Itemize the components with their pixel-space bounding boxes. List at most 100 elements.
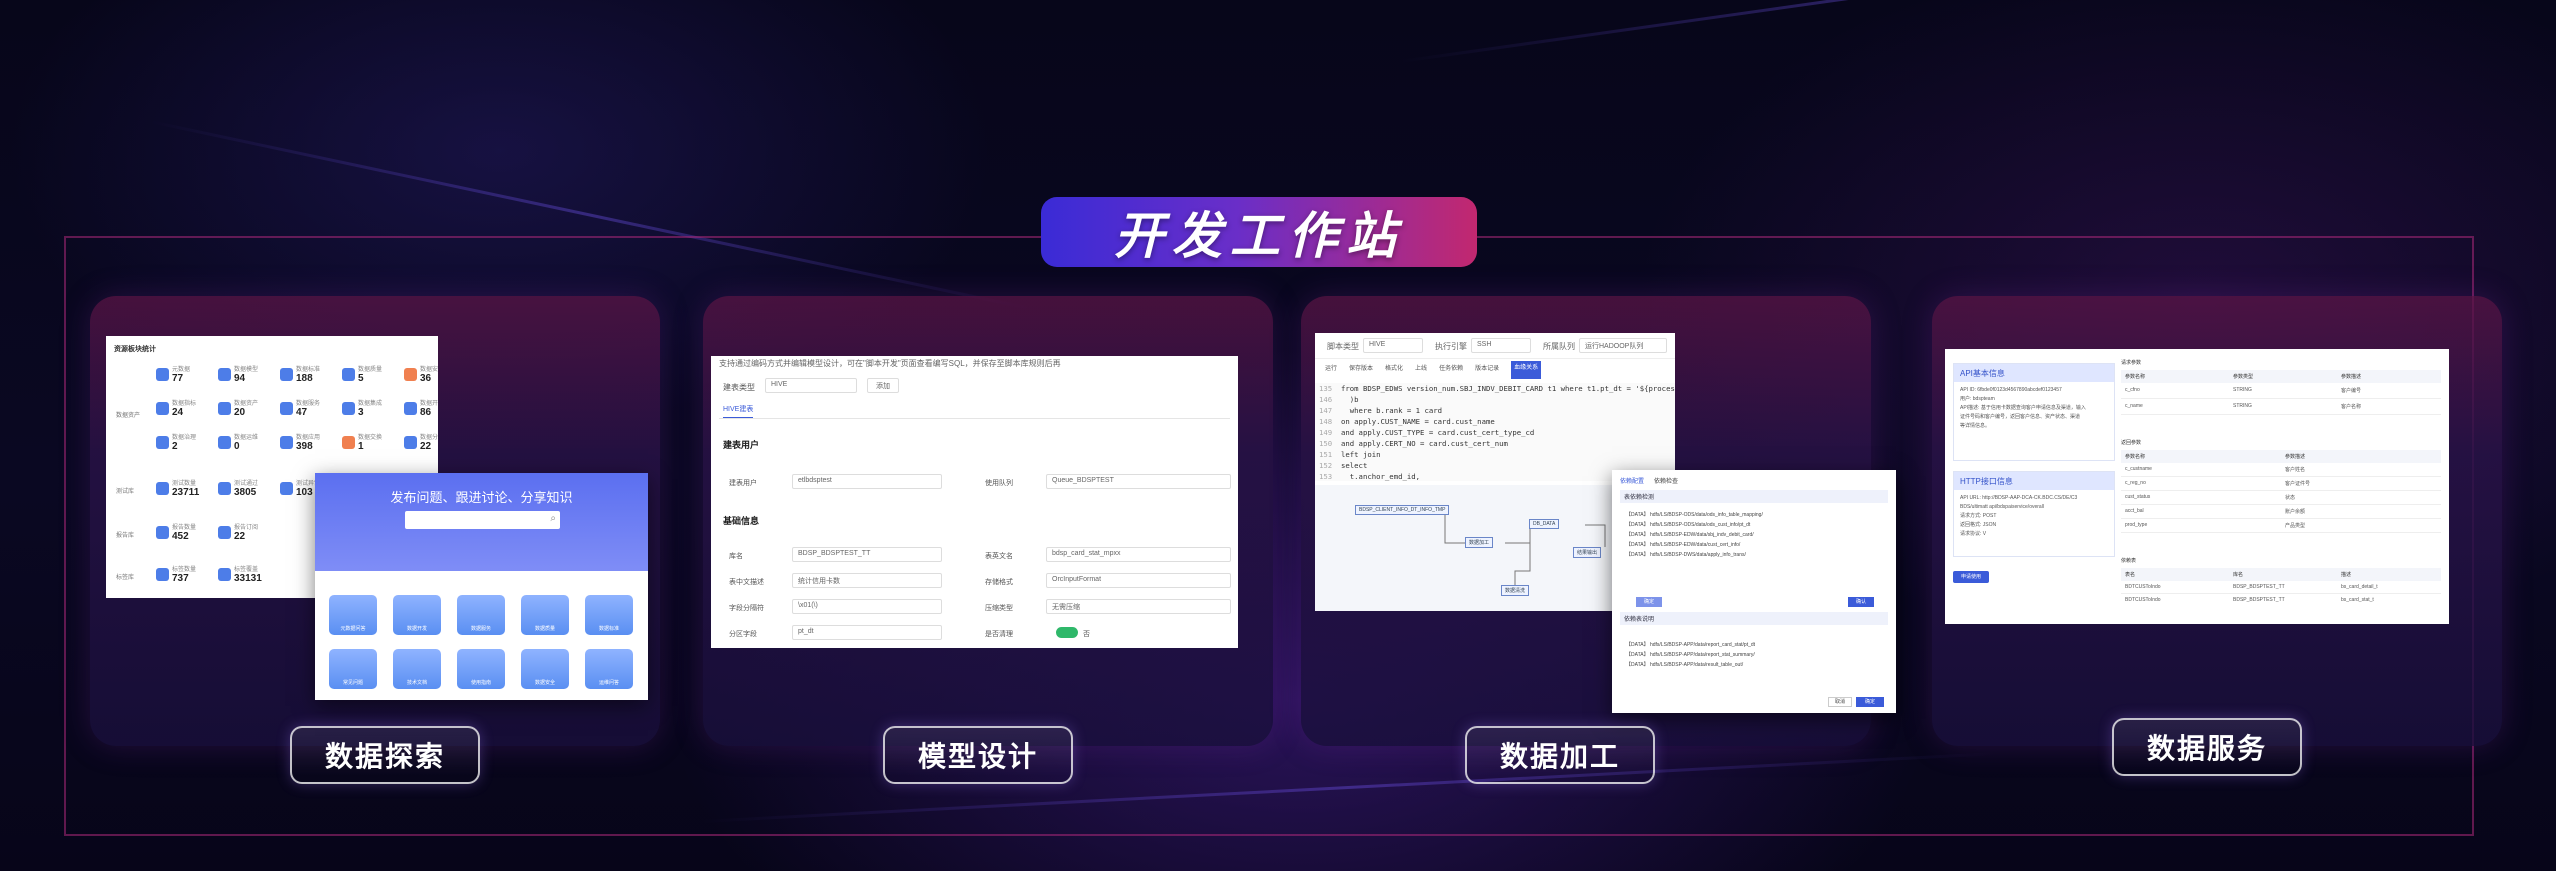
- add-button[interactable]: 添加: [867, 378, 899, 393]
- dag-node[interactable]: 数据加工: [1465, 537, 1494, 548]
- queue-label: 使用队列: [985, 480, 1013, 487]
- card-label-process[interactable]: 数据加工: [1465, 726, 1655, 784]
- column-header: 参数描述: [2285, 454, 2306, 460]
- http-info-line: 返回格式: JSON: [1960, 522, 1997, 528]
- ops-icon: [218, 435, 231, 449]
- line-text: where b.rank = 1 card: [1340, 406, 1443, 415]
- table-row: c_custname 客户姓名: [2121, 463, 2441, 477]
- dag-node[interactable]: 结果输出: [1573, 547, 1602, 558]
- queue-select[interactable]: 运行HADOOP队列: [1579, 338, 1667, 353]
- tab-dep-config[interactable]: 依赖配置: [1620, 476, 1644, 485]
- storage-select[interactable]: OrcInputFormat: [1046, 573, 1231, 588]
- confirm-button[interactable]: 确认: [1848, 597, 1874, 607]
- api-info-line: API描述: 基于信用卡数据查询客户申请信息及渠道，输入: [1960, 405, 2086, 411]
- engine-select[interactable]: SSH: [1471, 338, 1531, 353]
- exchange-icon: [342, 435, 355, 449]
- db-select[interactable]: BDSP_BDSPTEST_TT: [792, 547, 942, 562]
- code-editor[interactable]: 135 from BDSP_EDWS version_num.SBJ_INDV_…: [1315, 383, 1675, 481]
- table-cell: 账户余额: [2285, 509, 2306, 515]
- card-label-explore[interactable]: 数据探索: [290, 726, 480, 784]
- column-header: 参数名称: [2125, 374, 2146, 380]
- tab-deps[interactable]: 任务依赖: [1439, 363, 1463, 379]
- tab-lineage[interactable]: 血缘关系: [1511, 361, 1542, 379]
- desc-input[interactable]: 统计信用卡数: [792, 573, 942, 588]
- column-header: 描述: [2341, 572, 2352, 578]
- table-header: 参数名称 参数描述: [2121, 450, 2441, 463]
- line-number: 150: [1319, 439, 1333, 448]
- model-icon: [218, 367, 231, 381]
- line-number: 147: [1319, 406, 1333, 415]
- table-header: 参数名称 参数类型 参数描述: [2121, 370, 2441, 383]
- stat-value: 1: [358, 441, 364, 452]
- owner-label: 建表用户: [729, 480, 757, 487]
- coverage-icon: [218, 567, 231, 581]
- table-type-select[interactable]: HIVE: [765, 378, 857, 393]
- dep-line: 【DATA】 hdfs/LS/BDSP-APP/data/report_stat…: [1626, 652, 1755, 658]
- tab-versions[interactable]: 版本记录: [1475, 363, 1499, 379]
- report-icon: [156, 525, 169, 539]
- stat-value: 36: [420, 373, 432, 384]
- http-info-line: BDS/ultimatt api/bdspaiservice/overall: [1960, 504, 2044, 510]
- ok-button[interactable]: 确定: [1636, 597, 1662, 607]
- stat-item: 元数据 77: [156, 364, 218, 384]
- line-text: select: [1340, 461, 1368, 470]
- queue-input[interactable]: Queue_BDSPTEST: [1046, 474, 1231, 489]
- partition-input[interactable]: pt_dt: [792, 625, 942, 640]
- search-icon: ⌕: [550, 513, 556, 524]
- tab-format[interactable]: 格式化: [1385, 363, 1403, 379]
- delim-select[interactable]: \x01(\): [792, 599, 942, 614]
- tile[interactable]: 数据质量: [521, 595, 569, 635]
- tile[interactable]: 数据安全: [521, 649, 569, 689]
- stat-item: 数据资产 20: [218, 398, 280, 418]
- apply-button[interactable]: 申请使用: [1953, 571, 1989, 583]
- tile[interactable]: 常见问题: [329, 649, 377, 689]
- asset-icon: [218, 401, 231, 415]
- desc-label: 表中文描述: [729, 579, 764, 586]
- dag-node[interactable]: BDSP_CLIENT_INFO_DT_INFO_TMP: [1355, 505, 1450, 515]
- tile[interactable]: 元数据问答: [329, 595, 377, 635]
- stat-label: 报告数量: [172, 525, 197, 531]
- stat-value: 47: [296, 407, 308, 418]
- filter-label: 执行引擎: [1435, 342, 1467, 351]
- table-name-input[interactable]: bdsp_card_stat_mpxx: [1046, 547, 1231, 562]
- compress-select[interactable]: 无需压缩: [1046, 599, 1231, 614]
- tile[interactable]: 数据标准: [585, 595, 633, 635]
- tab-save[interactable]: 保存版本: [1349, 363, 1373, 379]
- table-cell: 客户证件号: [2285, 481, 2311, 487]
- tile[interactable]: 运维问答: [585, 649, 633, 689]
- tab-dep-check[interactable]: 依赖检查: [1654, 476, 1678, 485]
- tile[interactable]: 技术文档: [393, 649, 441, 689]
- column-header: 参数类型: [2233, 374, 2254, 380]
- tab-hive[interactable]: HIVE建表: [723, 404, 754, 419]
- tile-label: 数据安全: [534, 680, 555, 686]
- table-row: c_reg_no 客户证件号: [2121, 477, 2441, 491]
- forum-search-input[interactable]: ⌕: [405, 511, 560, 529]
- card-label-service[interactable]: 数据服务: [2112, 718, 2302, 776]
- cancel-button[interactable]: 取消: [1828, 697, 1852, 707]
- line-text: t.anchor_emd_id,: [1340, 472, 1421, 481]
- table-title: 依赖表: [2121, 558, 2137, 564]
- dep-line: 【DATA】 hdfs/LS/BDSP-APP/data/result_tabl…: [1626, 662, 1744, 668]
- tile[interactable]: 数据开发: [393, 595, 441, 635]
- request-params-table: 请求参数 参数名称 参数类型 参数描述 c_cfno STRING 客户编号 c…: [2121, 359, 2441, 435]
- table-row: BDTCUSToIndo BDSP_BDSPTEST_TT bs_card_de…: [2121, 581, 2441, 594]
- api-info-lines: API ID: 6fbde0f0123d4567890abcdef0123457…: [1954, 382, 2114, 435]
- tab-online[interactable]: 上线: [1415, 363, 1427, 379]
- table-cell: prod_type: [2125, 522, 2148, 528]
- stat-label: 测试通过: [234, 481, 259, 487]
- dialog-confirm-button[interactable]: 确定: [1856, 697, 1884, 707]
- dag-node[interactable]: 数据清洗: [1501, 585, 1530, 596]
- bg-streak: [1399, 0, 2391, 63]
- script-type-select[interactable]: HIVE: [1363, 338, 1423, 353]
- tab-run[interactable]: 运行: [1325, 363, 1337, 379]
- card-label-model[interactable]: 模型设计: [883, 726, 1073, 784]
- tile[interactable]: 使用指南: [457, 649, 505, 689]
- lifecycle-toggle[interactable]: [1056, 627, 1078, 638]
- stat-label: 数据开发: [420, 401, 438, 407]
- stat-item: 数据应用 398: [280, 432, 342, 452]
- column-header: 库名: [2233, 572, 2244, 578]
- dag-node[interactable]: DB_DATA: [1529, 519, 1560, 529]
- http-info-line: 请求方式: POST: [1960, 513, 1997, 519]
- tile[interactable]: 数据服务: [457, 595, 505, 635]
- owner-input[interactable]: etlbdsptest: [792, 474, 942, 489]
